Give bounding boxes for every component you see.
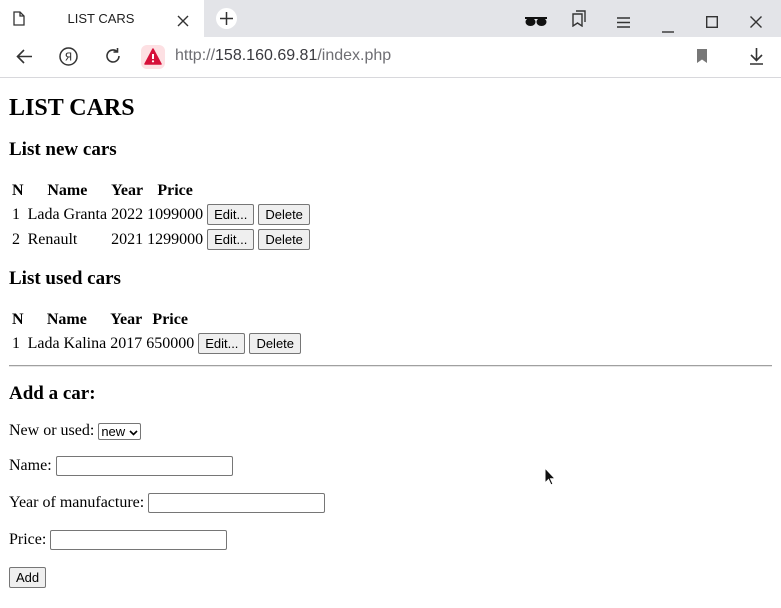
add-button[interactable]: Add	[9, 567, 47, 588]
used-cars-heading: List used cars	[9, 268, 121, 289]
download-icon[interactable]	[749, 48, 764, 69]
col-n: N	[12, 182, 24, 199]
col-name: Name	[47, 182, 88, 199]
type-label: New or used:	[9, 422, 95, 439]
table-header-row: N Name Year Price	[11, 310, 302, 330]
mouse-pointer-icon	[544, 466, 557, 490]
minimize-icon[interactable]	[662, 18, 674, 37]
chevron-down-icon	[129, 424, 138, 439]
price-row: Price:	[9, 530, 228, 550]
cell-year: 2017	[110, 334, 143, 352]
new-cars-heading: List new cars	[9, 139, 117, 160]
back-arrow-icon[interactable]	[16, 49, 33, 68]
used-cars-table: N Name Year Price 1 Lada Kalina 2017 650…	[9, 308, 304, 357]
page-title: LIST CARS	[9, 95, 135, 121]
col-n: N	[12, 311, 24, 328]
col-price: Price	[157, 182, 193, 199]
edit-button[interactable]: Edit...	[207, 204, 255, 225]
close-icon[interactable]	[177, 12, 189, 31]
cell-name: Lada Granta	[27, 205, 108, 223]
year-label: Year of manufacture:	[9, 494, 145, 511]
table-row: 1 Lada Kalina 2017 650000 Edit... Delete	[11, 332, 302, 355]
name-row: Name:	[9, 456, 233, 476]
cell-price: 1099000	[147, 205, 204, 223]
edit-button[interactable]: Edit...	[198, 333, 246, 354]
edit-button[interactable]: Edit...	[207, 229, 255, 250]
year-row: Year of manufacture:	[9, 493, 326, 513]
svg-text:Я: Я	[65, 51, 73, 64]
type-select-value: new	[101, 423, 126, 439]
new-tab-button[interactable]	[216, 8, 237, 29]
page-icon	[13, 11, 25, 30]
add-car-heading: Add a car:	[9, 383, 96, 404]
bookmark-icon[interactable]	[696, 48, 708, 68]
table-row: 1 Lada Granta 2022 1099000 Edit... Delet…	[11, 203, 311, 226]
tab-title: LIST CARS	[67, 11, 135, 26]
bookmarks-stack-icon[interactable]	[572, 10, 586, 31]
maximize-icon[interactable]	[705, 13, 719, 32]
add-row: Add	[9, 567, 47, 588]
cell-price: 1299000	[147, 230, 204, 248]
url-host: 158.160.69.81	[215, 47, 318, 64]
year-field[interactable]	[148, 493, 326, 513]
reload-icon[interactable]	[104, 47, 122, 69]
name-field[interactable]	[55, 456, 233, 476]
yandex-icon[interactable]: Я	[59, 47, 78, 70]
tab-bar: LIST CARS	[0, 0, 781, 37]
price-label: Price:	[9, 531, 47, 548]
cell-year: 2021	[111, 230, 144, 248]
price-field[interactable]	[50, 530, 228, 550]
security-warning-button[interactable]	[141, 45, 165, 69]
cell-name: Renault	[27, 230, 78, 248]
delete-button[interactable]: Delete	[249, 333, 302, 354]
type-row: New or used: new	[9, 422, 142, 440]
glasses-icon[interactable]	[524, 13, 548, 32]
cell-year: 2022	[111, 205, 144, 223]
col-price: Price	[152, 311, 188, 328]
cell-n: 1	[12, 205, 20, 223]
cell-actions: Edit... Delete	[197, 332, 302, 355]
url-path: /index.php	[317, 47, 392, 64]
active-tab[interactable]: LIST CARS	[0, 0, 204, 37]
new-cars-table: N Name Year Price 1 Lada Granta 2022 109…	[9, 179, 313, 253]
col-year: Year	[110, 311, 143, 328]
cell-name: Lada Kalina	[27, 334, 107, 352]
window-close-icon[interactable]	[750, 13, 762, 32]
cell-n: 2	[12, 230, 20, 248]
delete-button[interactable]: Delete	[258, 229, 310, 250]
cell-n: 1	[12, 334, 20, 352]
table-header-row: N Name Year Price	[11, 181, 311, 201]
delete-button[interactable]: Delete	[258, 204, 310, 225]
name-label: Name:	[9, 457, 52, 474]
cell-actions: Edit... Delete	[206, 228, 311, 251]
table-row: 2 Renault 2021 1299000 Edit... Delete	[11, 228, 311, 251]
cell-actions: Edit... Delete	[206, 203, 311, 226]
divider	[9, 365, 772, 367]
col-year: Year	[111, 182, 144, 199]
url-scheme: http://	[175, 47, 216, 64]
col-name: Name	[46, 311, 87, 328]
url-field[interactable]: http://158.160.69.81/index.php	[175, 47, 391, 65]
cell-price: 650000	[146, 334, 195, 352]
type-select[interactable]: new	[98, 422, 142, 440]
page-content: LIST CARS List new cars N Name Year Pric…	[0, 79, 781, 608]
hamburger-icon[interactable]	[617, 13, 630, 32]
